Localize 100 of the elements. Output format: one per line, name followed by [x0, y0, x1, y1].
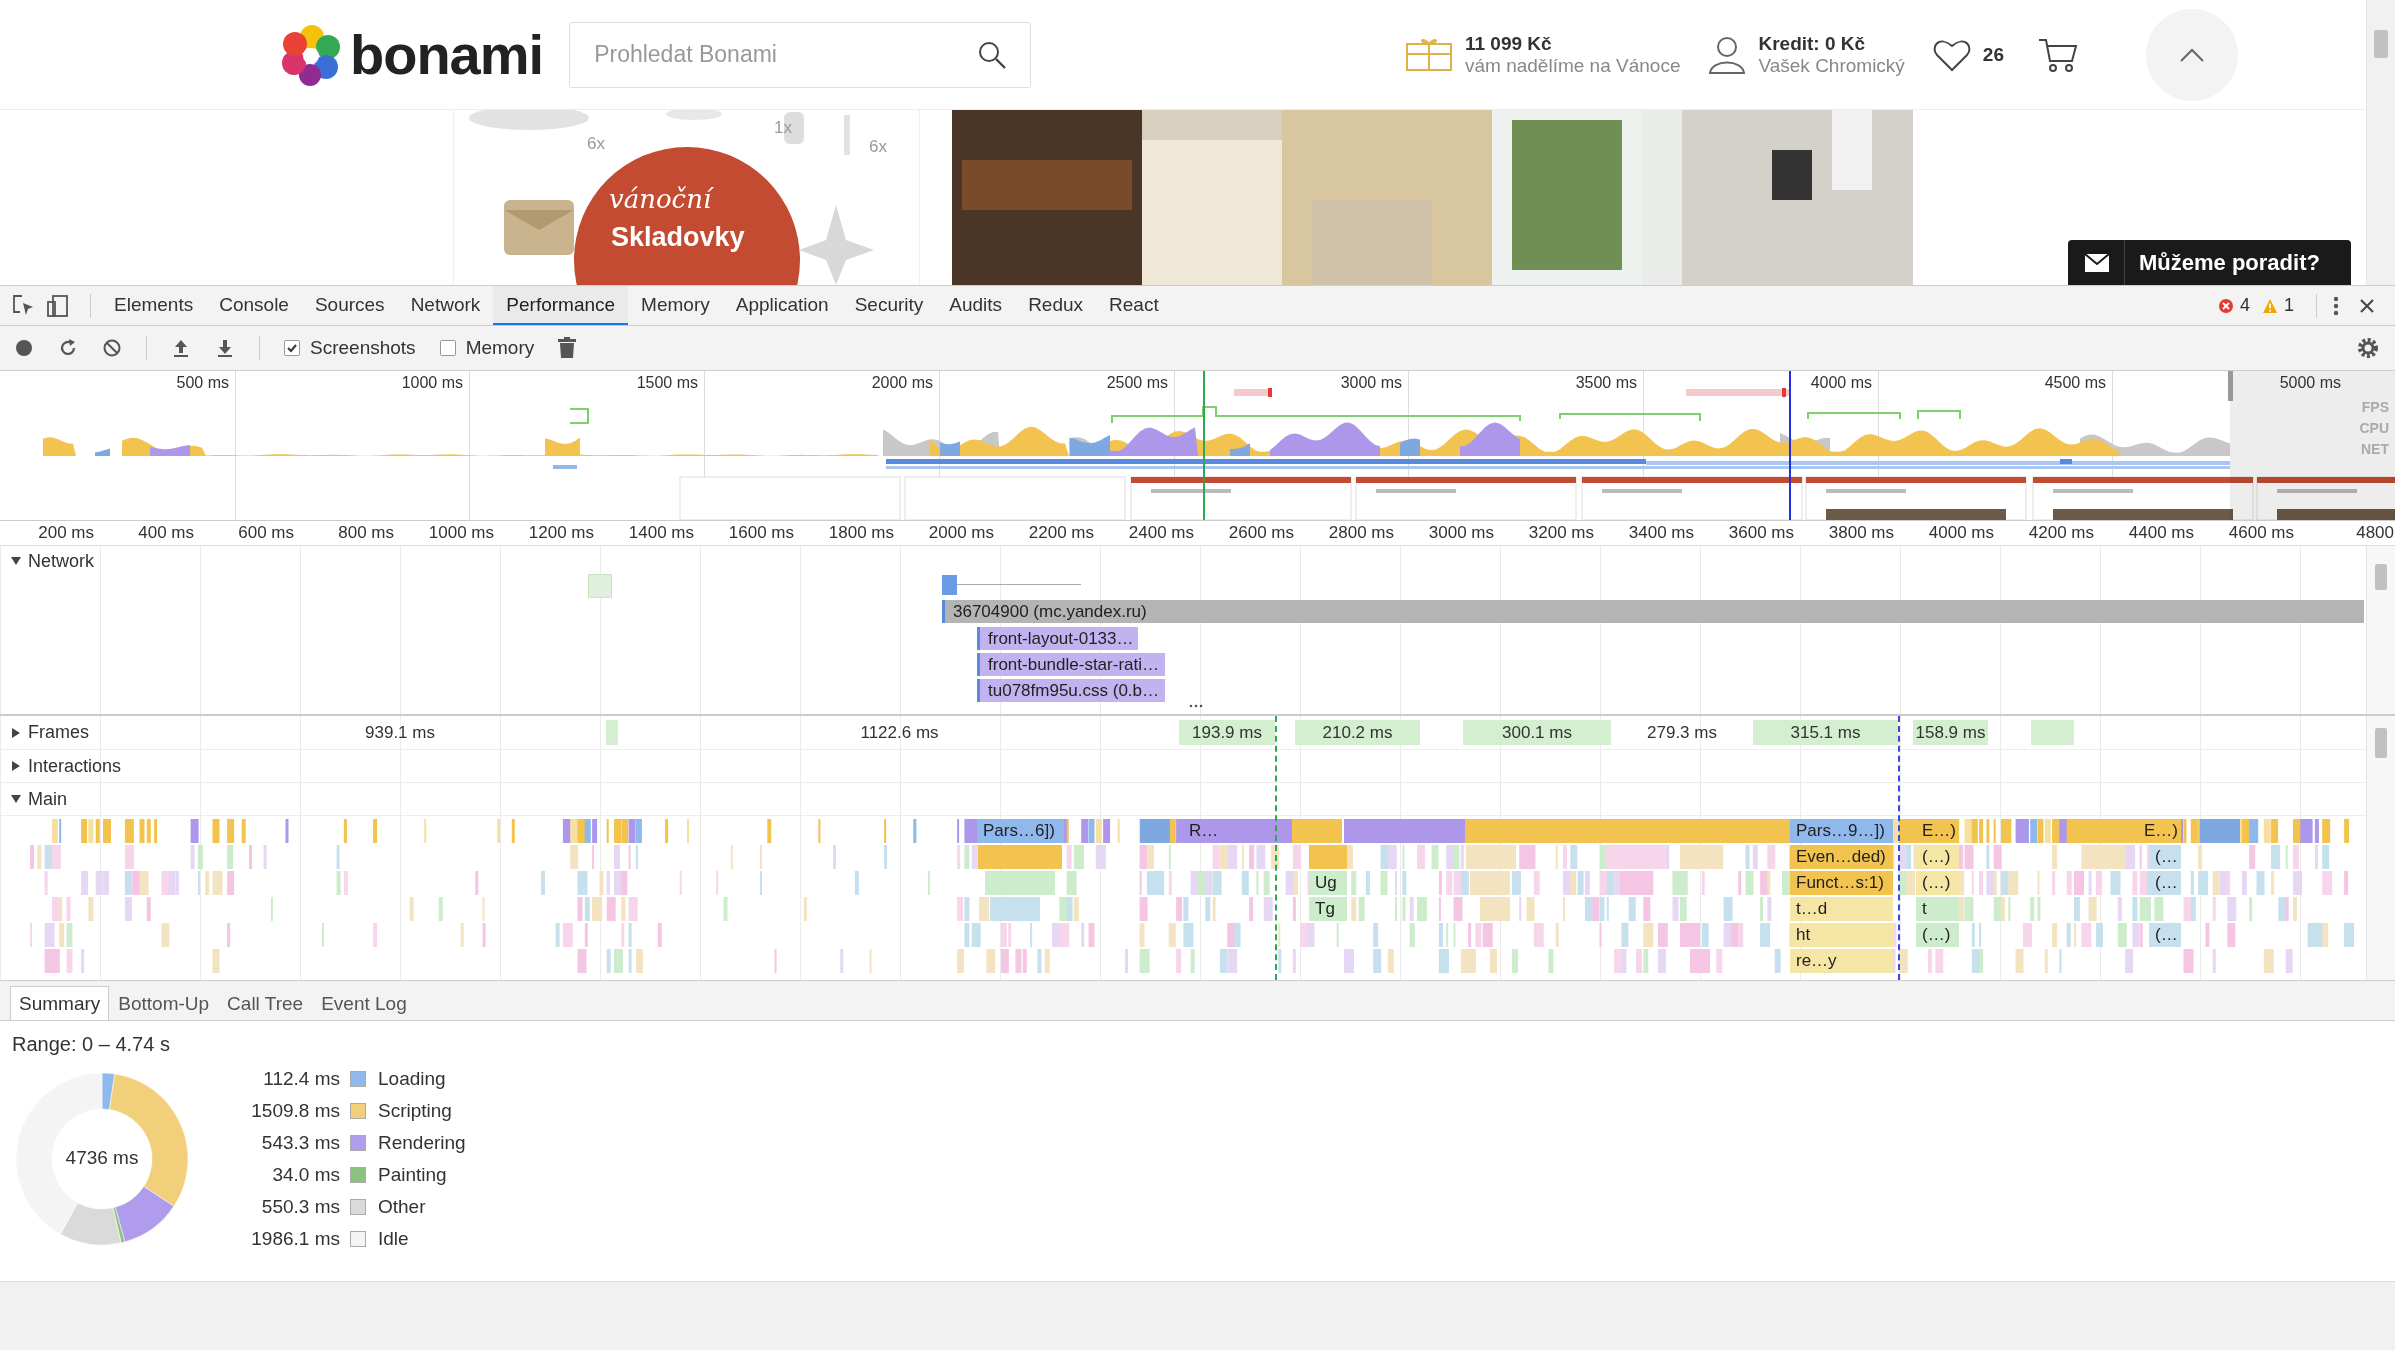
- panel-tab[interactable]: Security: [841, 286, 937, 325]
- panel-tab[interactable]: Network: [397, 286, 494, 325]
- flame-event[interactable]: (…: [2149, 845, 2181, 869]
- track-toggle[interactable]: Interactions: [0, 751, 122, 781]
- summary-tab[interactable]: Summary: [10, 986, 110, 1020]
- frame-bar[interactable]: 300.1 ms: [1463, 720, 1613, 745]
- flame-event[interactable]: Ug: [1309, 871, 1347, 895]
- credit-label[interactable]: Kredit: 0 Kč: [1758, 32, 1905, 55]
- flame-event[interactable]: t: [1916, 897, 1959, 921]
- time-tick-label: 1800 ms: [827, 523, 894, 543]
- trash-icon[interactable]: [558, 337, 577, 359]
- brand-name[interactable]: bonami: [350, 22, 544, 87]
- panel-tab[interactable]: Console: [206, 286, 302, 325]
- frame-bar[interactable]: 193.9 ms: [1179, 720, 1277, 745]
- track-toggle[interactable]: Network: [0, 546, 2366, 576]
- time-tick-label: 1600 ms: [727, 523, 794, 543]
- flame-event[interactable]: (…: [2149, 923, 2181, 947]
- flame-event[interactable]: Tg: [1309, 897, 1347, 921]
- favorites-count[interactable]: 26: [1982, 43, 2004, 66]
- frame-bar[interactable]: 210.2 ms: [1295, 720, 1422, 745]
- panel-tab[interactable]: Audits: [936, 286, 1016, 325]
- scrollbar[interactable]: [2366, 716, 2395, 980]
- flame-event[interactable]: Funct…s:1): [1790, 871, 1893, 895]
- track-toggle[interactable]: Frames: [0, 716, 89, 749]
- time-tick-label: 600 ms: [237, 523, 294, 543]
- gift-icon: [1405, 37, 1453, 72]
- error-icon[interactable]: [2217, 297, 2234, 314]
- panel-tab[interactable]: Application: [722, 286, 842, 325]
- caret-icon[interactable]: [10, 760, 22, 772]
- caret-icon[interactable]: [10, 726, 22, 739]
- caret-icon[interactable]: [10, 793, 22, 805]
- scrollbar[interactable]: [2366, 546, 2395, 714]
- gift-amount: 11 099 Kč: [1465, 32, 1553, 55]
- upload-icon[interactable]: [171, 338, 191, 358]
- flame-event[interactable]: Pars…6]): [977, 819, 1064, 843]
- panel-tab[interactable]: React: [1096, 286, 1172, 325]
- page-scrollbar[interactable]: [2366, 0, 2395, 285]
- chat-button[interactable]: Můžeme poradit?: [2068, 240, 2351, 285]
- frame-bar[interactable]: 279.3 ms: [1611, 720, 1753, 745]
- time-tick-label: 1400 ms: [627, 523, 694, 543]
- frame-bar[interactable]: 1122.6 ms: [620, 720, 1179, 745]
- panel-tab[interactable]: Redux: [1015, 286, 1097, 325]
- legend-value: 1986.1 ms: [250, 1228, 340, 1250]
- frame-bar[interactable]: 315.1 ms: [1753, 720, 1900, 745]
- flame-event[interactable]: (…): [1916, 845, 1959, 869]
- flame-event[interactable]: t…d: [1790, 897, 1893, 921]
- caret-icon[interactable]: [10, 555, 22, 567]
- legend-label: Loading: [378, 1068, 447, 1090]
- donut-slice: [115, 1186, 175, 1243]
- panel-tab[interactable]: Memory: [628, 286, 723, 325]
- search-field[interactable]: Prohledat Bonami: [569, 21, 1032, 88]
- legend-label: Rendering: [378, 1132, 466, 1154]
- panel-tab[interactable]: Elements: [101, 286, 207, 325]
- device-icon[interactable]: [46, 293, 70, 318]
- time-tick-label: 1500 ms: [635, 374, 698, 392]
- frame-bar[interactable]: 158.9 ms: [1913, 720, 1990, 745]
- download-icon[interactable]: [215, 338, 235, 358]
- settings-icon[interactable]: [2357, 337, 2379, 359]
- frame-bar[interactable]: 939.1 ms: [200, 720, 600, 745]
- checkbox-label[interactable]: Screenshots: [310, 337, 416, 359]
- flame-event[interactable]: (…): [1916, 871, 1959, 895]
- summary-tab[interactable]: Bottom-Up: [109, 986, 219, 1020]
- request-bar[interactable]: 36704900 (mc.yandex.ru): [942, 600, 2364, 623]
- legend-value: 550.3 ms: [260, 1196, 340, 1218]
- request-bar[interactable]: front-layout-0133…: [977, 627, 1138, 650]
- time-tick-label: 3400 ms: [1627, 523, 1694, 543]
- time-tick-label: 2400 ms: [1127, 523, 1194, 543]
- more-icon[interactable]: [2333, 295, 2339, 316]
- summary-tab[interactable]: Event Log: [312, 986, 416, 1020]
- search-icon[interactable]: [977, 39, 1008, 70]
- clear-icon[interactable]: [102, 338, 122, 358]
- request-bar[interactable]: front-bundle-star-rati…: [977, 653, 1165, 676]
- panel-tab[interactable]: Performance: [493, 286, 629, 325]
- time-tick-label: 4000 ms: [1809, 374, 1872, 392]
- flame-event[interactable]: (…): [1916, 923, 1959, 947]
- track-toggle[interactable]: Main: [0, 784, 67, 814]
- checkbox[interactable]: [284, 340, 300, 356]
- time-tick-label: 5000 ms: [2278, 374, 2341, 392]
- selection-handle[interactable]: [2228, 371, 2233, 401]
- panel-tab[interactable]: Sources: [301, 286, 398, 325]
- reload-icon[interactable]: [58, 338, 78, 358]
- flame-event[interactable]: Pars…9…]): [1790, 819, 1893, 843]
- time-tick-label: 500 ms: [175, 374, 229, 392]
- time-tick-label: 1000 ms: [427, 523, 494, 543]
- request-bar[interactable]: tu078fm95u.css (0.b…: [977, 679, 1165, 702]
- record-icon[interactable]: [14, 338, 34, 358]
- flame-event[interactable]: Even…ded): [1790, 845, 1893, 869]
- legend-value: 1509.8 ms: [250, 1100, 340, 1122]
- close-icon[interactable]: [2359, 297, 2375, 314]
- checkbox[interactable]: [439, 340, 456, 356]
- account-name[interactable]: Vašek Chromický: [1758, 54, 1905, 77]
- checkbox-label[interactable]: Memory: [465, 337, 535, 359]
- summary-tab[interactable]: Call Tree: [218, 986, 313, 1020]
- flame-event[interactable]: re…y: [1790, 949, 1893, 973]
- cart-icon[interactable]: [2038, 36, 2078, 73]
- flame-event[interactable]: ht: [1790, 923, 1893, 947]
- user-icon[interactable]: [1708, 34, 1747, 75]
- error-count[interactable]: 4: [2239, 295, 2250, 316]
- warning-count[interactable]: 1: [2284, 295, 2294, 316]
- flame-event[interactable]: E…): [2138, 819, 2181, 843]
